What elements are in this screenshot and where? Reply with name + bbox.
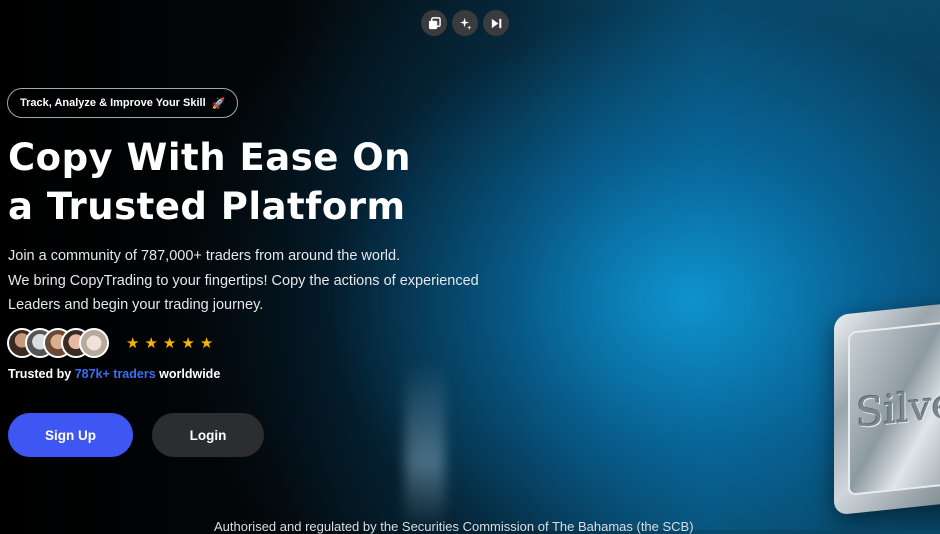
headline-line-2: a Trusted Platform xyxy=(8,185,406,228)
skip-forward-button[interactable] xyxy=(483,10,509,36)
description-line-3: Leaders and begin your trading journey. xyxy=(8,297,264,313)
skip-forward-icon xyxy=(491,18,501,28)
regulation-notice: Authorised and regulated by the Securiti… xyxy=(214,519,694,534)
star-icon: ★ xyxy=(126,335,140,352)
trusted-suffix: worldwide xyxy=(159,367,221,381)
sparkle-icon xyxy=(459,17,472,30)
star-icon: ★ xyxy=(181,335,195,352)
top-toolbar xyxy=(421,10,509,36)
star-icon: ★ xyxy=(144,335,158,352)
trusted-by-text: Trusted by 787k+ traders worldwide xyxy=(8,367,220,381)
tagline-text: Track, Analyze & Improve Your Skill xyxy=(20,97,206,109)
trusted-count: 787k+ traders xyxy=(74,367,156,381)
page-title: Copy With Ease On a Trusted Platform xyxy=(8,133,411,231)
light-beam xyxy=(405,360,445,530)
description-line-1: Join a community of 787,000+ traders fro… xyxy=(8,248,401,264)
avatar xyxy=(79,328,109,358)
star-rating: ★ ★ ★ ★ ★ xyxy=(126,335,213,353)
rocket-icon: 🚀 xyxy=(211,97,226,110)
sparkle-button[interactable] xyxy=(452,10,478,36)
sign-up-button[interactable]: Sign Up xyxy=(8,413,133,457)
trusted-prefix: Trusted by xyxy=(8,367,72,381)
copy-button[interactable] xyxy=(421,10,447,36)
silver-plan-card: Silver xyxy=(834,300,940,516)
hero-description: Join a community of 787,000+ traders fro… xyxy=(8,244,479,318)
headline-line-1: Copy With Ease On xyxy=(8,136,411,179)
star-icon: ★ xyxy=(199,335,214,352)
copy-icon xyxy=(428,16,441,29)
description-line-2: We bring CopyTrading to your fingertips!… xyxy=(8,272,479,289)
login-button[interactable]: Login xyxy=(152,413,264,457)
avatar-group xyxy=(7,328,109,358)
star-icon: ★ xyxy=(162,335,177,352)
tagline-pill: Track, Analyze & Improve Your Skill 🚀 xyxy=(7,88,239,118)
